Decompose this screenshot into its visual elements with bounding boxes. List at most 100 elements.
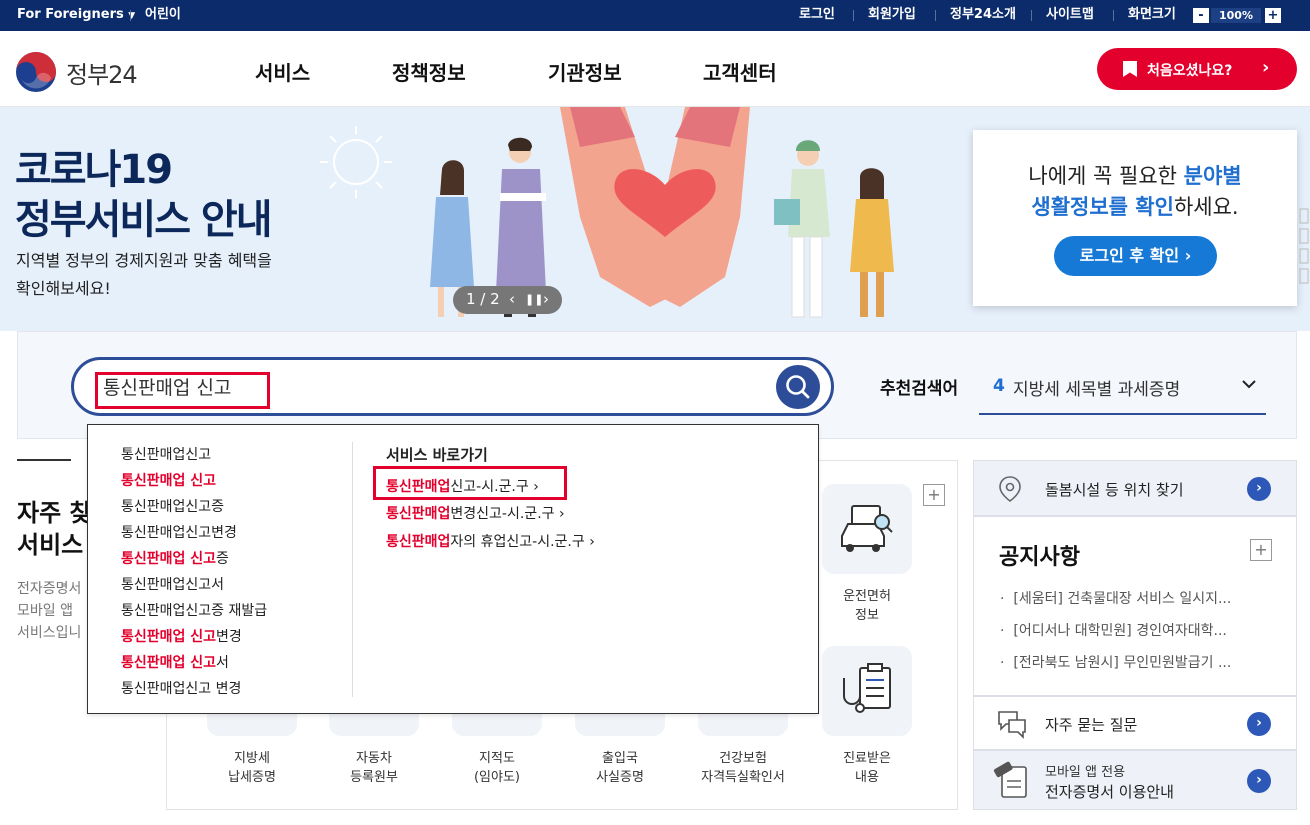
gov-emblem-icon[interactable] bbox=[15, 51, 57, 93]
login-link[interactable]: 로그인 bbox=[799, 0, 835, 30]
nav-services[interactable]: 서비스 bbox=[255, 57, 310, 86]
quick-links-title: 서비스 바로가기 bbox=[386, 446, 488, 464]
rec-keyword-number: 4 bbox=[993, 376, 1005, 396]
sitemap-link[interactable]: 사이트맵 bbox=[1046, 0, 1094, 30]
location-pin-icon bbox=[999, 476, 1021, 502]
chat-bubbles-icon bbox=[998, 711, 1026, 739]
login-check-button[interactable]: 로그인 후 확인 › bbox=[1054, 236, 1217, 276]
next-slide-button[interactable]: › bbox=[543, 290, 549, 308]
services-desc-line3: 서비스입니 bbox=[17, 625, 82, 641]
main-header: 정부24 서비스 정책정보 기관정보 고객센터 처음오셨나요? › bbox=[0, 31, 1310, 107]
car-registry-label[interactable]: 자동차 등록원부 bbox=[319, 749, 429, 787]
suggestion-item[interactable]: 통신판매업 신고서 bbox=[121, 652, 229, 672]
notice-title: 공지사항 bbox=[999, 545, 1080, 570]
section-rule bbox=[17, 459, 71, 461]
suggestion-item[interactable]: 통신판매업 신고 bbox=[121, 470, 216, 490]
immigration-label[interactable]: 출입국 사실증명 bbox=[565, 749, 675, 787]
site-logo-text[interactable]: 정부24 bbox=[66, 55, 138, 90]
chevron-right-icon[interactable]: › bbox=[1247, 769, 1271, 793]
quick-link-item[interactable]: 통신판매업변경신고-시.군.구 › bbox=[386, 503, 565, 523]
suggestion-item[interactable]: 통신판매업신고 변경 bbox=[121, 678, 241, 698]
care-finder-row[interactable]: 돌봄시설 등 위치 찾기 › bbox=[973, 460, 1297, 516]
mobile-cert-line2: 전자증명서 이용안내 bbox=[1045, 783, 1174, 801]
highlight-search-value bbox=[95, 372, 270, 409]
chevron-right-icon[interactable]: › bbox=[1247, 477, 1271, 501]
signup-link[interactable]: 회원가입 bbox=[868, 0, 916, 30]
medical-service-label[interactable]: 진료받은 내용 bbox=[812, 749, 922, 787]
suggestion-item[interactable]: 통신판매업신고변경 bbox=[121, 522, 237, 542]
services-desc-line2: 모바일 앱 bbox=[17, 603, 73, 619]
covid-banner: 코로나19 정부서비스 안내 지역별 정부의 경제지원과 맞춤 혜택을 확인해보… bbox=[0, 107, 1310, 331]
add-service-button[interactable]: + bbox=[923, 484, 945, 506]
license-service-label[interactable]: 운전면허 정보 bbox=[812, 587, 922, 625]
life-info-card: 나에게 꼭 필요한 분야별 생활정보를 확인하세요. 로그인 후 확인 › bbox=[973, 130, 1297, 306]
nav-policy[interactable]: 정책정보 bbox=[392, 57, 466, 86]
nav-customer-center[interactable]: 고객센터 bbox=[703, 57, 777, 86]
kids-link[interactable]: 어린이 bbox=[145, 0, 181, 30]
divider bbox=[853, 10, 854, 21]
card-line2: 생활정보를 확인하세요. bbox=[1031, 195, 1239, 219]
banner-sub-line2: 확인해보세요! bbox=[16, 279, 111, 298]
search-button[interactable] bbox=[776, 365, 820, 409]
chevron-right-icon: › bbox=[589, 534, 595, 550]
divider bbox=[1113, 10, 1114, 21]
suggestion-item[interactable]: 통신판매업신고 bbox=[121, 444, 211, 464]
language-selector[interactable]: For Foreigners ▼ bbox=[17, 0, 135, 31]
sun-icon bbox=[320, 126, 392, 198]
utility-bar: For Foreigners ▼ 어린이 로그인 회원가입 정부24소개 사이트… bbox=[0, 0, 1310, 31]
card-line1: 나에게 꼭 필요한 분야별 bbox=[1028, 164, 1242, 188]
faq-label: 자주 묻는 질문 bbox=[1045, 716, 1138, 734]
license-service-tile[interactable] bbox=[822, 484, 912, 574]
divider bbox=[935, 10, 936, 21]
chevron-right-icon[interactable]: › bbox=[1247, 712, 1271, 736]
rec-keyword-text[interactable]: 지방세 세목별 과세증명 bbox=[1013, 375, 1180, 400]
chevron-right-icon: › bbox=[1184, 246, 1192, 265]
side-decoration bbox=[1298, 207, 1310, 284]
faq-row[interactable]: 자주 묻는 질문 › bbox=[973, 696, 1297, 750]
suggestion-item[interactable]: 통신판매업신고증 bbox=[121, 496, 224, 516]
medical-service-tile[interactable] bbox=[822, 646, 912, 736]
notice-more-button[interactable]: + bbox=[1250, 539, 1272, 561]
bookmark-icon bbox=[1123, 61, 1137, 77]
quick-link-item[interactable]: 통신판매업자의 휴업신고-시.군.구 › bbox=[386, 531, 595, 551]
notice-item[interactable]: · [세움터] 건축물대장 서비스 일시지... bbox=[1000, 588, 1231, 608]
suggestion-item[interactable]: 통신판매업신고증 재발급 bbox=[121, 600, 267, 620]
divider bbox=[1031, 10, 1032, 21]
suggestion-item[interactable]: 통신판매업 신고증 bbox=[121, 548, 229, 568]
recommended-keyword-selector[interactable]: 4 지방세 세목별 과세증명 bbox=[979, 357, 1266, 415]
search-icon bbox=[786, 375, 810, 399]
mobile-cert-line1: 모바일 앱 전용 bbox=[1045, 765, 1126, 780]
zoom-label: 화면크기 bbox=[1128, 7, 1176, 22]
chevron-right-icon: › bbox=[558, 506, 565, 522]
tax-service-label[interactable]: 지방세 납세증명 bbox=[197, 749, 307, 787]
about-link[interactable]: 정부24소개 bbox=[950, 0, 1016, 30]
mobile-certificate-icon bbox=[993, 761, 1027, 798]
care-finder-label: 돌봄시설 등 위치 찾기 bbox=[1045, 481, 1184, 499]
services-title-line1: 자주 찾 bbox=[17, 499, 92, 527]
notice-item[interactable]: · [어디서나 대학민원] 경인여자대학... bbox=[1000, 620, 1227, 640]
prev-slide-button[interactable]: ‹ bbox=[509, 290, 515, 308]
dropdown-divider bbox=[352, 442, 353, 697]
suggestion-item[interactable]: 통신판매업 신고변경 bbox=[121, 626, 242, 646]
mobile-cert-row[interactable]: 모바일 앱 전용 전자증명서 이용안내 › bbox=[973, 750, 1297, 810]
notice-item[interactable]: · [전라북도 남원시] 무인민원발급기 ... bbox=[1000, 652, 1231, 672]
car-license-icon bbox=[841, 505, 893, 552]
pager-count: 1 / 2 bbox=[466, 290, 500, 308]
pause-icon[interactable]: ❚❚ bbox=[525, 293, 543, 306]
first-visit-button[interactable]: 처음오셨나요? › bbox=[1097, 48, 1297, 90]
divider bbox=[130, 10, 131, 21]
suggestion-item[interactable]: 통신판매업신고서 bbox=[121, 574, 224, 594]
cadastral-label[interactable]: 지적도 (임야도) bbox=[442, 749, 552, 787]
language-label: For Foreigners bbox=[17, 7, 124, 22]
search-autocomplete-dropdown: 통신판매업신고 통신판매업 신고 통신판매업신고증 통신판매업신고변경 통신판매… bbox=[87, 424, 819, 714]
banner-title-line2: 정부서비스 안내 bbox=[15, 197, 273, 243]
nav-agencies[interactable]: 기관정보 bbox=[548, 57, 622, 86]
zoom-value: 100% bbox=[1211, 8, 1261, 23]
health-insurance-label[interactable]: 건강보험 자격득실확인서 bbox=[688, 749, 798, 787]
chevron-down-icon[interactable] bbox=[1242, 379, 1256, 389]
first-visit-label: 처음오셨나요? bbox=[1147, 63, 1233, 79]
banner-sub-line1: 지역별 정부의 경제지원과 맞춤 혜택을 bbox=[16, 251, 272, 270]
right-column: 돌봄시설 등 위치 찾기 › 공지사항 + · [세움터] 건축물대장 서비스 … bbox=[973, 460, 1297, 810]
zoom-out-button[interactable]: - bbox=[1193, 8, 1209, 23]
zoom-in-button[interactable]: + bbox=[1265, 8, 1281, 23]
